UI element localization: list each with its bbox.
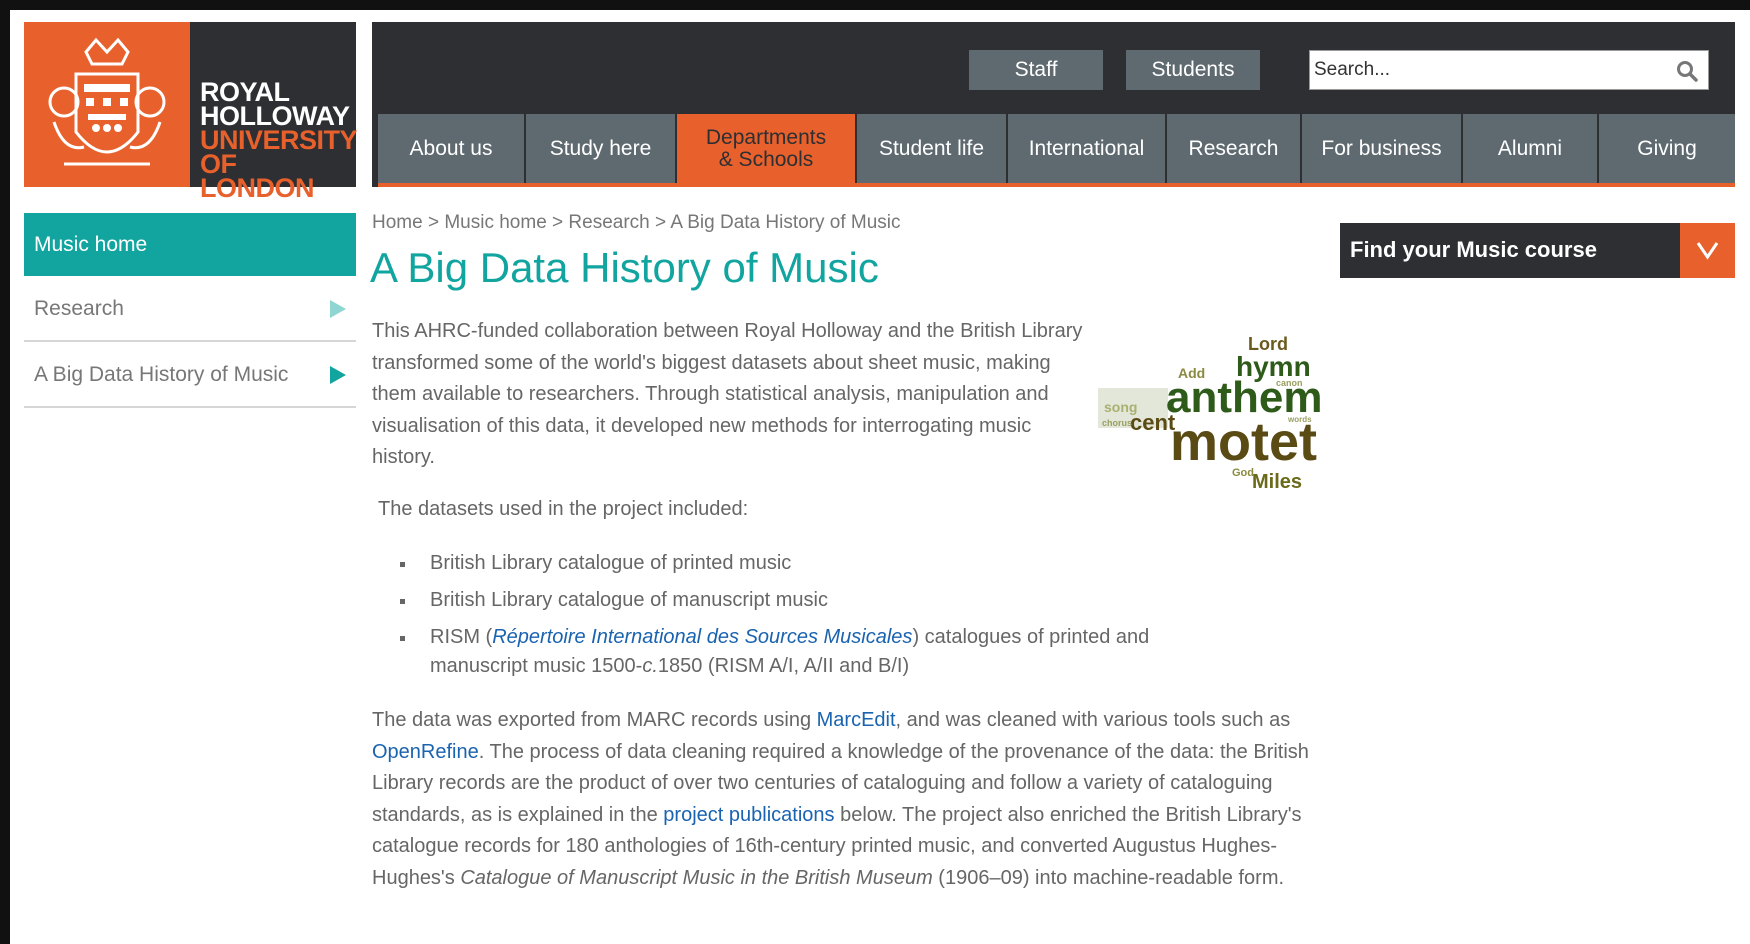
find-course-dropdown[interactable]: Find your Music course xyxy=(1340,223,1735,278)
cloud-word: God xyxy=(1232,467,1254,479)
crest-icon xyxy=(24,22,190,187)
nav-study-here[interactable]: Study here xyxy=(526,114,675,183)
list-item-text: British Library catalogue of manuscript … xyxy=(430,589,828,611)
main-nav: About us Study here Departments & School… xyxy=(378,114,1735,183)
paragraph-text: The data was exported from MARC records … xyxy=(372,709,817,731)
students-button[interactable]: Students xyxy=(1126,50,1260,90)
list-item-text: British Library catalogue of printed mus… xyxy=(430,552,792,574)
intro-paragraph: This AHRC-funded collaboration between R… xyxy=(372,320,1083,468)
paragraph-text: (1906–09) into machine-readable form. xyxy=(932,866,1285,889)
cloud-word: words xyxy=(1287,415,1312,424)
site-header: Staff Students About us Study here Depar… xyxy=(372,22,1735,187)
search-input[interactable] xyxy=(1314,59,1654,81)
circa-text: c. xyxy=(642,655,658,677)
search-box xyxy=(1309,50,1709,90)
sidebar-item-research[interactable]: Research xyxy=(24,278,356,342)
staff-button[interactable]: Staff xyxy=(969,50,1103,90)
list-item: RISM (Répertoire International des Sourc… xyxy=(400,623,1230,681)
nav-about-us[interactable]: About us xyxy=(378,114,524,183)
list-item: British Library catalogue of manuscript … xyxy=(400,586,1270,615)
chevron-down-icon xyxy=(1696,242,1719,260)
project-publications-link[interactable]: project publications xyxy=(663,804,834,826)
nav-giving[interactable]: Giving xyxy=(1599,114,1735,183)
arrow-right-icon xyxy=(330,366,346,384)
nav-alumni[interactable]: Alumni xyxy=(1463,114,1597,183)
datasets-list: British Library catalogue of printed mus… xyxy=(400,549,1270,689)
list-item-text: 1850 (RISM A/I, A/II and B/I) xyxy=(657,655,910,677)
nav-international[interactable]: International xyxy=(1008,114,1165,183)
sidebar-item-big-data-history[interactable]: A Big Data History of Music xyxy=(24,344,356,408)
breadcrumb[interactable]: Home > Music home > Research > A Big Dat… xyxy=(372,212,901,234)
paragraph-text: , and was cleaned with various tools suc… xyxy=(895,709,1291,731)
dropdown-toggle[interactable] xyxy=(1680,223,1735,278)
page-title: A Big Data History of Music xyxy=(370,244,879,291)
cloud-word: canon xyxy=(1276,378,1303,388)
university-logo[interactable]: ROYAL HOLLOWAY UNIVERSITY OF LONDON xyxy=(24,22,358,202)
data-cleaning-paragraph: The data was exported from MARC records … xyxy=(372,705,1332,894)
arrow-right-icon xyxy=(330,300,346,318)
marcedit-link[interactable]: MarcEdit xyxy=(817,709,896,731)
nav-underline xyxy=(378,183,1735,187)
cloud-word: Miles xyxy=(1252,471,1302,493)
find-course-label: Find your Music course xyxy=(1350,237,1597,262)
nav-departments-schools[interactable]: Departments & Schools xyxy=(677,114,855,183)
nav-for-business[interactable]: For business xyxy=(1302,114,1461,183)
sidebar-item-label: Research xyxy=(34,297,124,320)
logo-line-4: OF LONDON xyxy=(200,149,315,203)
list-item-text: RISM ( xyxy=(430,626,493,648)
logo-wordmark: ROYAL HOLLOWAY UNIVERSITY OF LONDON xyxy=(200,79,358,203)
openrefine-link[interactable]: OpenRefine xyxy=(372,741,479,763)
catalogue-title: Catalogue of Manuscript Music in the Bri… xyxy=(460,866,933,889)
sidebar-item-music-home[interactable]: Music home xyxy=(24,213,356,276)
nav-research[interactable]: Research xyxy=(1167,114,1300,183)
search-icon[interactable] xyxy=(1676,60,1698,82)
sidebar-item-label: A Big Data History of Music xyxy=(34,363,289,386)
list-item: British Library catalogue of printed mus… xyxy=(400,549,1270,578)
datasets-intro: The datasets used in the project include… xyxy=(378,498,749,520)
nav-student-life[interactable]: Student life xyxy=(857,114,1006,183)
word-cloud-image: Lord hymn Add anthem song cent motet God… xyxy=(1098,334,1322,493)
cloud-word: chorus xyxy=(1102,418,1132,428)
rism-link[interactable]: Répertoire International des Sources Mus… xyxy=(492,626,912,648)
